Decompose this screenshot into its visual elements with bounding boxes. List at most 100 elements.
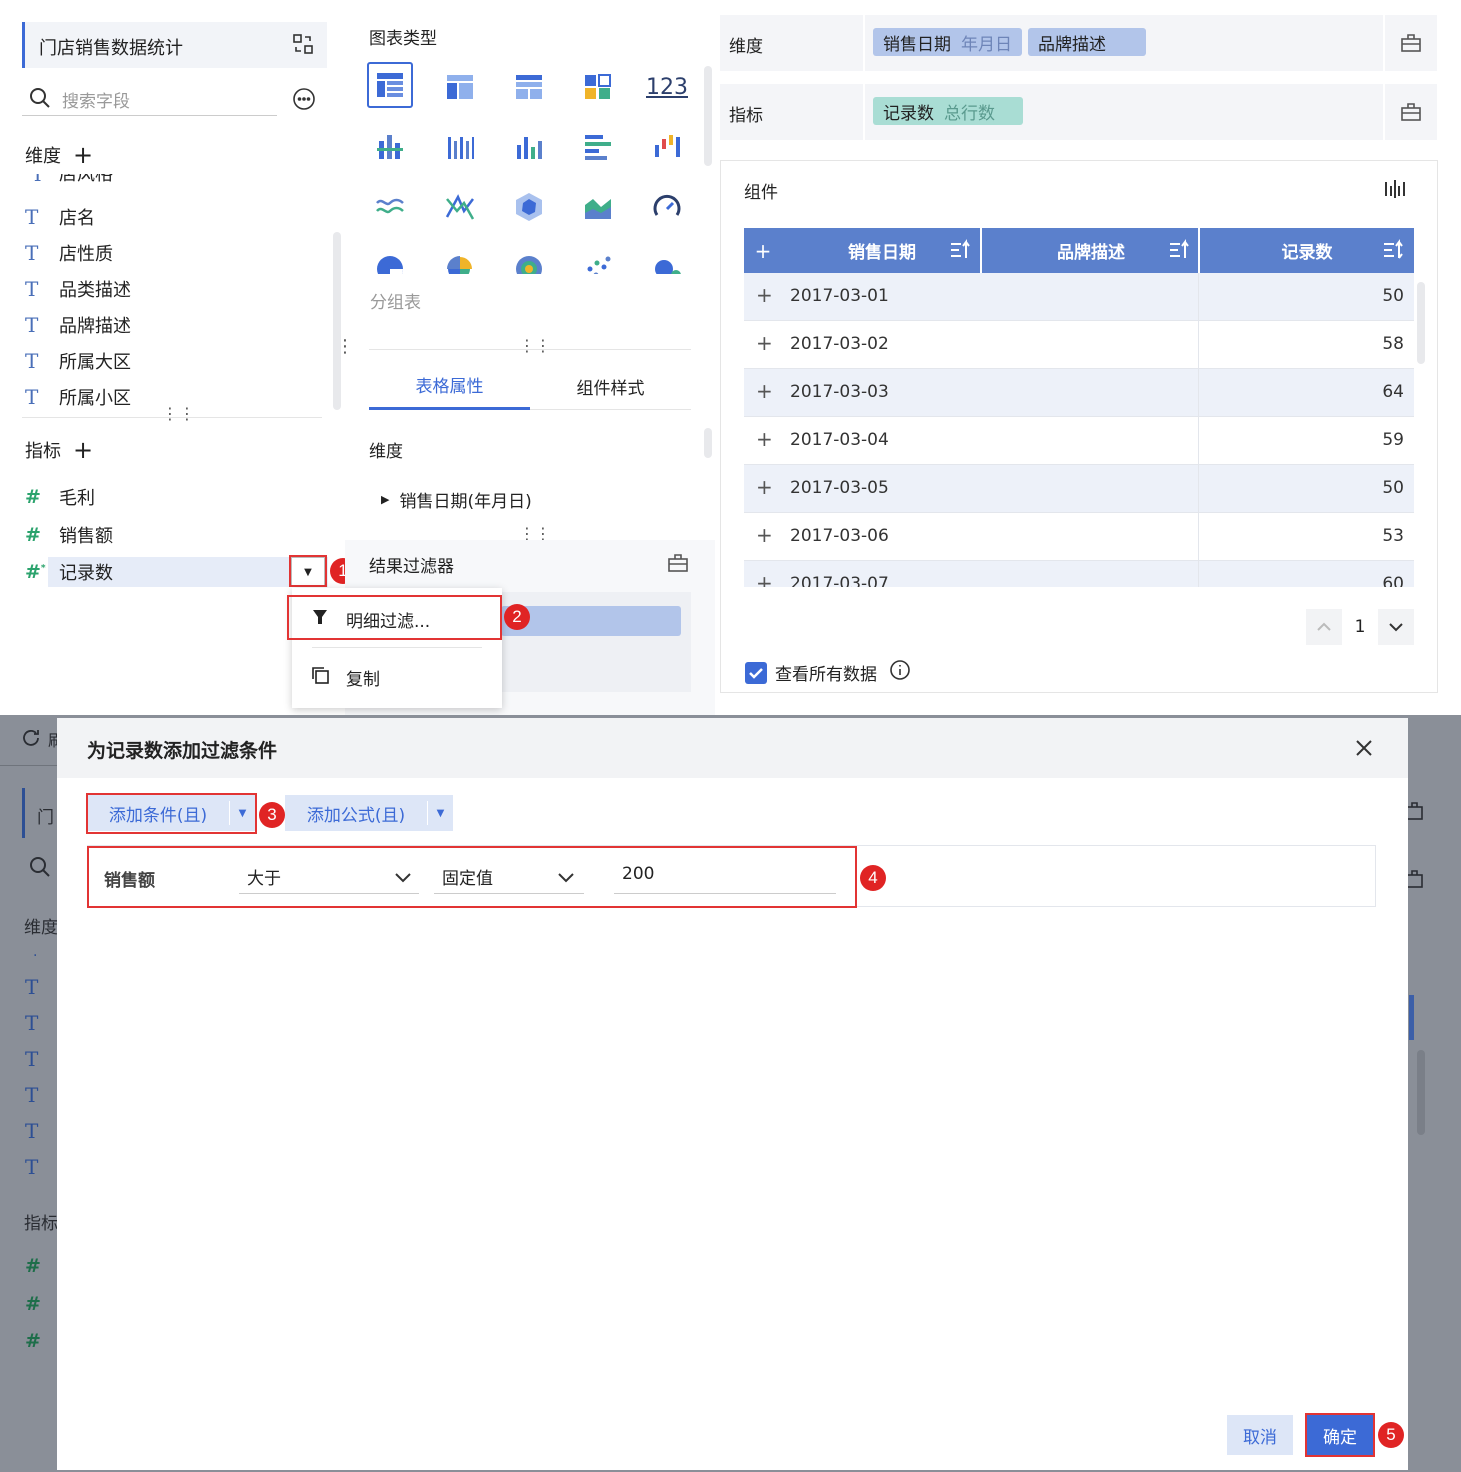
expand-caret-icon[interactable]: ▶ (381, 493, 389, 506)
pie-chart-icon[interactable] (367, 244, 413, 274)
add-measure-icon[interactable]: + (73, 436, 93, 464)
number-field-icon: # (25, 524, 41, 546)
table-row[interactable]: +2017-03-05 50 (744, 465, 1414, 513)
radar-line-icon[interactable] (437, 184, 483, 230)
sort-icon[interactable] (1382, 239, 1404, 266)
table-row[interactable]: +2017-03-06 53 (744, 513, 1414, 561)
tab-component-style[interactable]: 组件样式 (530, 362, 691, 410)
resize-handle[interactable]: ⋮⋮ (519, 336, 551, 355)
table-row[interactable]: +2017-03-07 60 (744, 561, 1414, 587)
column-resize-handle[interactable]: ⋮ (336, 336, 354, 357)
dataset-selector[interactable]: 门店销售数据统计 (22, 22, 327, 68)
dimension-field[interactable]: T 所属大区 (25, 346, 131, 376)
bar-chart-icon[interactable] (506, 124, 552, 170)
measure-pill-record-count[interactable]: 记录数 总行数 (873, 97, 1023, 125)
dimension-field[interactable]: T 品牌描述 (25, 310, 131, 340)
dimension-tree-item[interactable]: ▶ 销售日期(年月日) (381, 487, 532, 512)
expand-row-icon[interactable]: + (756, 427, 773, 451)
add-formula-dropdown-icon[interactable]: ▼ (428, 795, 453, 831)
cell-date: 2017-03-03 (790, 382, 889, 402)
rose-chart-icon[interactable] (437, 244, 483, 274)
dimension-settings-icon[interactable] (1385, 15, 1437, 71)
cancel-button[interactable]: 取消 (1227, 1415, 1293, 1455)
switch-dataset-icon[interactable] (291, 32, 315, 61)
line-chart-icon[interactable] (367, 184, 413, 230)
measure-field[interactable]: #* 记录数 (25, 557, 113, 587)
detail-table-icon[interactable] (506, 64, 552, 110)
text-field-icon: T (31, 174, 45, 186)
stacked-bar-icon[interactable] (367, 124, 413, 170)
dimension-field[interactable]: T 品类描述 (25, 274, 131, 304)
text-field-icon: T (25, 349, 39, 373)
grouped-table-icon[interactable] (367, 62, 413, 108)
radar-chart-icon[interactable] (506, 184, 552, 230)
dimension-well-label: 维度 (729, 37, 763, 57)
measure-field[interactable]: # 毛利 (25, 482, 95, 512)
waterfall-icon[interactable] (644, 124, 690, 170)
scrolled-field-clip: T 店风格 (25, 174, 325, 188)
sunburst-icon[interactable] (506, 244, 552, 274)
horizontal-bar-icon[interactable] (575, 124, 621, 170)
dimension-field[interactable]: T 店性质 (25, 238, 113, 268)
cell-count: 50 (1382, 286, 1404, 306)
expand-row-icon[interactable]: + (756, 379, 773, 403)
view-all-checkbox[interactable] (745, 661, 767, 684)
chart-config-icon[interactable] (1384, 178, 1406, 205)
tab-table-properties[interactable]: 表格属性 (369, 362, 530, 410)
measure-label: 指标 (25, 441, 61, 462)
search-input[interactable]: 搜索字段 (62, 87, 130, 112)
dimension-pill-sales-date[interactable]: 销售日期 年月日 (873, 28, 1022, 56)
menu-item-copy[interactable]: 复制 (292, 654, 502, 700)
table-row[interactable]: +2017-03-04 59 (744, 417, 1414, 465)
view-all-data[interactable]: 查看所有数据 (745, 659, 911, 686)
table-row[interactable]: +2017-03-02 58 (744, 321, 1414, 369)
measure-field[interactable]: # 销售额 (25, 520, 113, 550)
dimension-well[interactable]: 销售日期 年月日 品牌描述 (865, 15, 1383, 71)
info-icon[interactable] (889, 659, 911, 686)
chart-type-row-clip (367, 244, 707, 274)
peek-measure: 指标 (24, 1214, 58, 1234)
area-chart-icon[interactable] (575, 184, 621, 230)
add-dimension-icon[interactable]: + (73, 141, 93, 169)
gauge-icon[interactable] (644, 184, 690, 230)
peek-dimension: 维度 (24, 918, 58, 938)
dimension-scrollbar[interactable] (333, 232, 341, 410)
filter-settings-icon[interactable] (667, 552, 689, 579)
chart-scrollbar[interactable] (704, 66, 712, 166)
text-field-icon: T (25, 313, 39, 337)
property-scrollbar[interactable] (704, 428, 712, 458)
expand-row-icon[interactable]: + (756, 523, 773, 547)
bubble-chart-icon[interactable] (644, 244, 690, 274)
table-scrollbar[interactable] (1417, 282, 1425, 364)
expand-all-icon[interactable]: + (744, 228, 782, 273)
table-row[interactable]: +2017-03-03 64 (744, 369, 1414, 417)
cell-divider (1198, 369, 1199, 417)
dimension-field[interactable]: T 所属小区 (25, 382, 131, 412)
multi-bar-icon[interactable] (437, 124, 483, 170)
kpi-number-icon[interactable]: 123 (644, 64, 690, 110)
scatter-icon[interactable] (575, 244, 621, 274)
expand-row-icon[interactable]: + (756, 571, 773, 587)
measure-pills: 记录数 总行数 (873, 97, 1023, 125)
dashboard-widget-icon[interactable] (575, 64, 621, 110)
text-field-icon: T (25, 277, 39, 301)
prev-page-button[interactable] (1306, 609, 1342, 645)
resize-handle[interactable]: ⋮⋮ (162, 404, 196, 423)
sort-icon[interactable] (949, 239, 971, 266)
sort-icon[interactable] (1168, 239, 1190, 266)
expand-row-icon[interactable]: + (756, 283, 773, 307)
crosstab-icon[interactable] (437, 64, 483, 110)
measure-settings-icon[interactable] (1385, 84, 1437, 140)
close-icon[interactable] (1353, 737, 1375, 764)
expand-row-icon[interactable]: + (756, 475, 773, 499)
more-icon[interactable] (292, 87, 316, 116)
search-field[interactable]: 搜索字段 (22, 82, 277, 116)
next-page-button[interactable] (1378, 609, 1414, 645)
table-row[interactable]: +2017-03-01 50 (744, 273, 1414, 321)
dimension-pill-brand[interactable]: 品牌描述 (1028, 28, 1146, 56)
dimension-field[interactable]: T 店名 (25, 202, 95, 232)
expand-row-icon[interactable]: + (756, 331, 773, 355)
add-formula-group: 添加公式(且) ▼ (285, 795, 453, 831)
add-formula-button[interactable]: 添加公式(且) (285, 795, 427, 831)
measure-well[interactable]: 记录数 总行数 (865, 84, 1383, 140)
